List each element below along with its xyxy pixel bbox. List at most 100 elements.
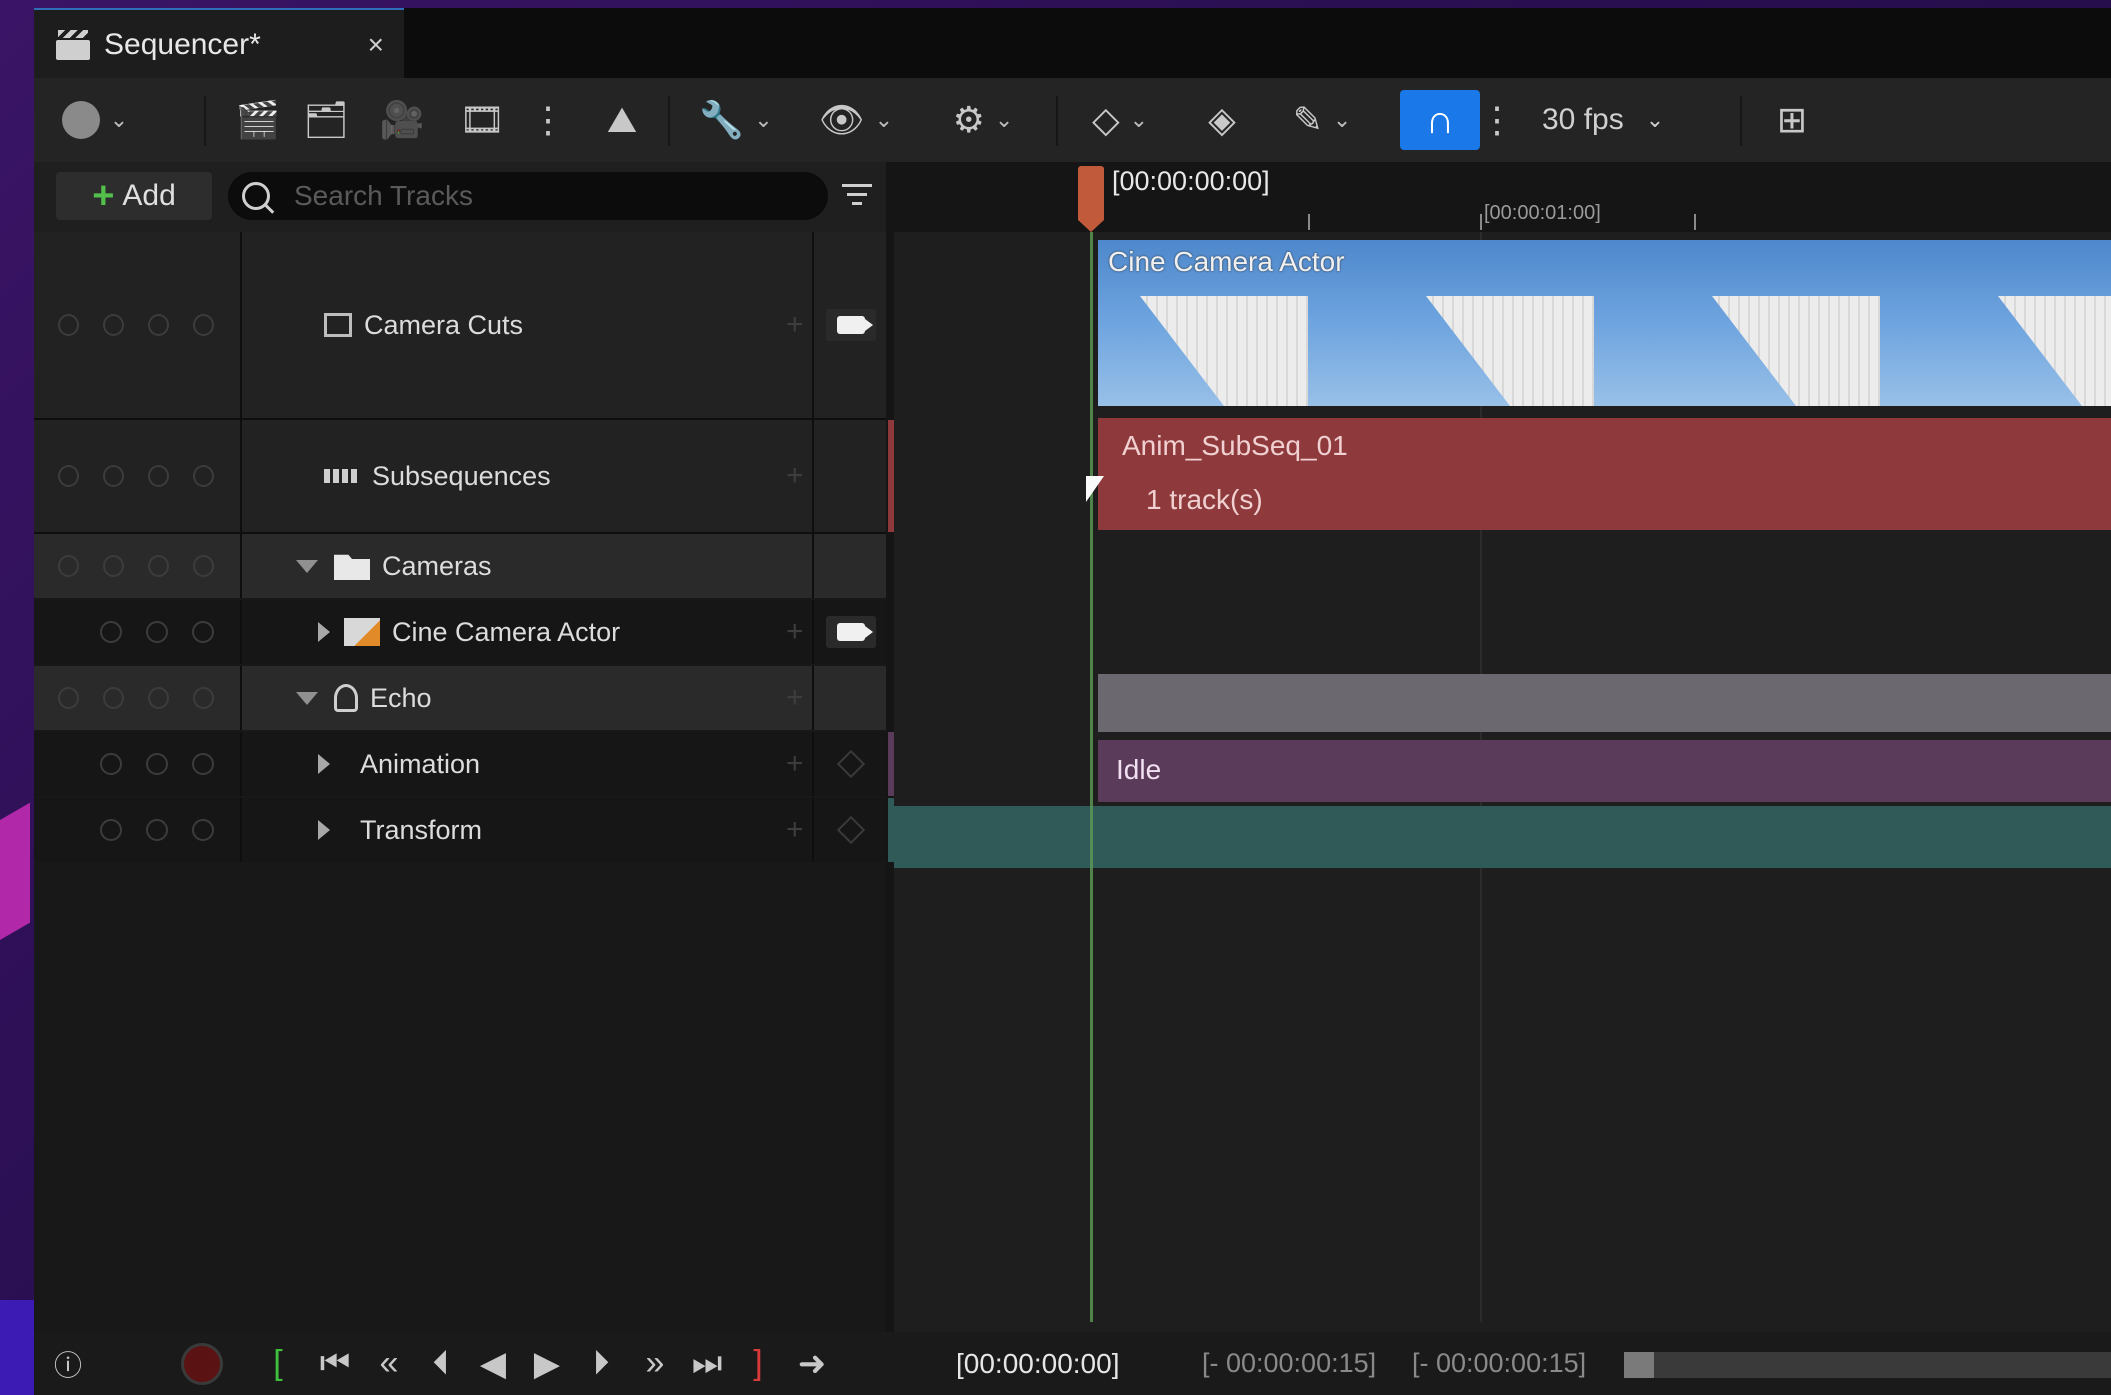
set-end-button[interactable]: ] [740, 1332, 776, 1395]
movie-camera-icon: 🎥 [379, 99, 425, 140]
vertical-dots-icon: ⋮ [1479, 99, 1515, 140]
add-section-button[interactable]: + [786, 732, 804, 796]
add-track-button[interactable]: + Add [56, 172, 212, 220]
camera-cuts-icon [324, 313, 352, 337]
track-camera-cuts[interactable]: Camera Cuts + [34, 232, 886, 420]
add-key-icon[interactable] [836, 749, 866, 779]
add-track-plus[interactable]: + [786, 666, 804, 730]
thumbnail-building [1712, 296, 1880, 406]
filter-button[interactable] [842, 180, 872, 210]
auto-key-button[interactable]: ◈ [1194, 78, 1250, 162]
track-controls [34, 534, 242, 598]
edit-mode-button[interactable]: ✎ ⌄ [1272, 78, 1372, 162]
track-label: Transform [318, 798, 482, 862]
playback-options-button[interactable]: ⚙ ⌄ [928, 78, 1038, 162]
prev-key-button[interactable]: « [366, 1332, 412, 1395]
track-subsequences[interactable]: Subsequences + [34, 420, 896, 534]
hierarchy-icon: ⛰ [606, 98, 638, 140]
expand-arrow-icon[interactable] [318, 820, 330, 840]
world-menu-button[interactable]: ⌄ [52, 78, 138, 162]
frame-rate-dropdown[interactable]: 30 fps ⌄ [1542, 78, 1664, 162]
toolbar: ⌄ 🎬 🗂 🎥 🎞 ⋮ ⛰ 🔧 ⌄ 👁 ⌄ ⚙ ⌄ ◇ ⌄ ◈ ✎ ⌄ ∩ ⋮ 30 fp… [34, 78, 2111, 162]
section-label: Cine Camera Actor [1108, 246, 1345, 277]
sequencer-window: Sequencer* × ⌄ 🎬 🗂 🎥 🎞 ⋮ ⛰ 🔧 ⌄ 👁 ⌄ ⚙ ⌄ ◇ ⌄ ◈… [34, 8, 2111, 1395]
camera-cut-section[interactable]: Cine Camera Actor [1098, 240, 2111, 406]
track-echo[interactable]: Echo + [34, 666, 886, 730]
prev-frame-button[interactable]: ⏴ [418, 1332, 464, 1395]
snap-toggle-button[interactable]: ∩ [1400, 90, 1480, 150]
section-track-count: 1 track(s) [1146, 484, 1263, 515]
search-icon [242, 182, 270, 210]
play-reverse-button[interactable]: ◀ [470, 1332, 516, 1395]
record-button[interactable] [174, 1332, 230, 1395]
thumbnail-building [1998, 296, 2111, 406]
subsequence-section[interactable]: Anim_SubSeq_01 1 track(s) [1098, 418, 2111, 530]
more-options-button[interactable]: ⋮ [530, 78, 566, 162]
skeletal-mesh-icon [334, 684, 358, 712]
track-animation[interactable]: Animation + [34, 732, 896, 796]
curve-graph-icon: ⊞ [1776, 99, 1808, 140]
current-time-field[interactable]: [00:00:00:00] [956, 1348, 1119, 1380]
jump-end-button[interactable]: ⏭ [684, 1332, 730, 1395]
track-label: Camera Cuts [324, 232, 523, 418]
actor-hierarchy-button[interactable]: ⛰ [594, 78, 650, 162]
search-input[interactable] [292, 179, 816, 213]
set-start-button[interactable]: [ [260, 1332, 296, 1395]
pen-icon: ✎ [1292, 99, 1323, 140]
snap-options-button[interactable]: ⋮ [1479, 78, 1515, 162]
transform-section[interactable] [894, 806, 2111, 868]
play-button[interactable]: ▶ [524, 1332, 570, 1395]
expand-arrow-icon[interactable] [296, 559, 318, 573]
info-button[interactable]: ⓘ [48, 1332, 88, 1395]
view-range-end[interactable]: [- 00:00:00:15] [1412, 1348, 1586, 1379]
track-controls [34, 666, 242, 730]
curve-editor-button[interactable]: ⊞ [1762, 78, 1822, 162]
loop-mode-button[interactable]: ➜ [784, 1332, 840, 1395]
close-tab-button[interactable]: × [368, 29, 384, 61]
vertical-dots-icon: ⋮ [530, 99, 566, 140]
render-movie-button[interactable]: 🎥 [374, 78, 430, 162]
search-tracks-field[interactable] [228, 172, 828, 220]
arrow-right-icon: ➜ [797, 1344, 827, 1383]
clapperboard-icon [56, 30, 90, 60]
time-ruler[interactable]: [00:00:00:00] [00:00:01:00] [894, 162, 2111, 232]
add-key-icon[interactable] [836, 815, 866, 845]
expand-arrow-icon[interactable] [318, 622, 330, 642]
sequence-settings-button[interactable]: 🎞 [454, 78, 510, 162]
folder-cameras[interactable]: Cameras [34, 534, 886, 598]
timeline-area[interactable]: [00:00:00:00] [00:00:01:00] Cine Camera … [894, 162, 2111, 1332]
expand-arrow-icon[interactable] [296, 691, 318, 705]
echo-section[interactable] [1098, 674, 2111, 732]
tools-menu-button[interactable]: 🔧 ⌄ [686, 78, 786, 162]
track-cine-camera-actor[interactable]: Cine Camera Actor + [34, 600, 886, 664]
jump-start-button[interactable]: ⏮ [312, 1332, 358, 1395]
key-group-button[interactable]: ◇ ⌄ [1070, 78, 1170, 162]
add-track-plus[interactable]: + [786, 600, 804, 664]
playhead-handle[interactable] [1078, 166, 1104, 232]
track-transform[interactable]: Transform + [34, 798, 896, 862]
camera-lock-button[interactable] [826, 309, 876, 341]
add-section-button[interactable]: + [786, 232, 804, 418]
ruler-current-time: [00:00:00:00] [1112, 166, 1270, 196]
animation-section[interactable]: Idle [1098, 740, 2111, 802]
next-key-button[interactable]: » [632, 1332, 678, 1395]
add-section-button[interactable]: + [786, 420, 804, 532]
next-frame-button[interactable]: ⏵ [578, 1332, 624, 1395]
chevron-down-icon: ⌄ [754, 107, 773, 132]
ruler-tick-label: [00:00:01:00] [1484, 202, 1601, 224]
track-controls [34, 732, 242, 796]
expand-arrow-icon[interactable] [318, 754, 330, 774]
view-options-button[interactable]: 👁 ⌄ [806, 78, 906, 162]
thumbnail-building [1426, 296, 1594, 406]
timeline-scrollbar[interactable] [1624, 1352, 2111, 1378]
save-sequence-button[interactable]: 🎬 [234, 78, 282, 162]
tab-sequencer[interactable]: Sequencer* × [34, 8, 404, 80]
clapper-star-icon: 🎬 [235, 99, 281, 140]
keyframe-icon: ◇ [1091, 99, 1120, 140]
find-in-content-button[interactable]: 🗂 [298, 78, 354, 162]
add-section-button[interactable]: + [786, 798, 804, 862]
wrench-icon: 🔧 [699, 99, 745, 140]
view-range-start[interactable]: [- 00:00:00:15] [1202, 1348, 1376, 1379]
pilot-camera-button[interactable] [826, 616, 876, 648]
track-action-column [812, 420, 896, 532]
